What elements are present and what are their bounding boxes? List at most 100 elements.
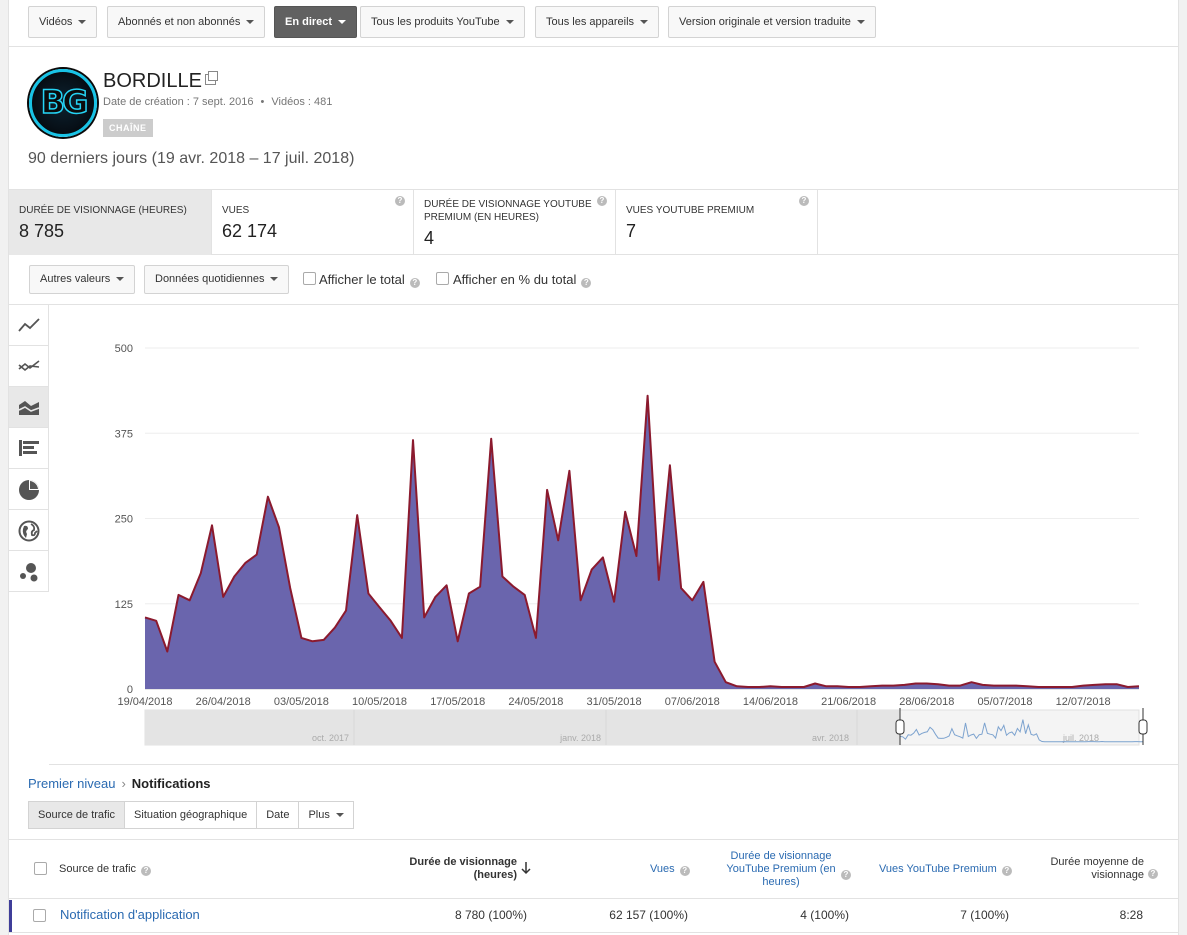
table-header: Source de trafic? Durée de visionnage (h… bbox=[9, 839, 1178, 899]
x-tick-label: 31/05/2018 bbox=[587, 696, 642, 708]
filter-bar: Vidéos Abonnés et non abonnés En direct … bbox=[9, 0, 1178, 47]
channel-video-count: Vidéos : 481 bbox=[271, 96, 333, 108]
granularity-dropdown[interactable]: Données quotidiennes bbox=[144, 265, 290, 294]
row-premium-watch: 4 (100%) bbox=[800, 908, 849, 922]
tab-geography[interactable]: Situation géographique bbox=[124, 801, 258, 829]
more-values-dropdown[interactable]: Autres valeurs bbox=[29, 265, 136, 294]
x-tick-label: 12/07/2018 bbox=[1056, 696, 1111, 708]
overview-label: janv. 2018 bbox=[559, 733, 601, 743]
chevron-down-icon bbox=[640, 20, 649, 25]
y-tick-label: 500 bbox=[115, 343, 133, 355]
select-all-checkbox[interactable] bbox=[34, 862, 47, 875]
help-icon[interactable]: ? bbox=[1148, 869, 1158, 879]
row-watch-time: 8 780 (100%) bbox=[454, 908, 527, 922]
breadcrumb-current: Notifications bbox=[131, 776, 211, 791]
area-series bbox=[145, 395, 1139, 689]
chart-area: 500 375 250 125 0 19/04/2018 26/04/2018 03/05/2… bbox=[49, 304, 1179, 765]
x-tick-label: 17/05/2018 bbox=[430, 696, 485, 708]
metric-cards: DURÉE DE VISIONNAGE (HEURES) 8 785 ? VUE… bbox=[9, 189, 1178, 255]
table-row[interactable]: Notification d'application 8 780 (100%) … bbox=[9, 900, 1178, 933]
sort-descending-icon[interactable] bbox=[520, 861, 532, 875]
overview-unselected-range bbox=[145, 710, 900, 745]
y-tick-label: 250 bbox=[115, 514, 133, 526]
filter-videos[interactable]: Vidéos bbox=[28, 6, 98, 38]
help-icon[interactable]: ? bbox=[395, 196, 405, 206]
col-premium-views[interactable]: Vues YouTube Premium? bbox=[879, 863, 1012, 876]
chart-type-sidebar bbox=[9, 304, 49, 592]
breadcrumb-root-link[interactable]: Premier niveau bbox=[28, 776, 115, 791]
col-watch-time[interactable]: Durée de visionnage (heures) bbox=[389, 856, 517, 882]
external-link-icon[interactable] bbox=[205, 71, 218, 85]
metric-premium-views[interactable]: ? VUES YOUTUBE PREMIUM 7 bbox=[616, 190, 818, 255]
filter-language-version[interactable]: Version originale et version traduite bbox=[668, 6, 876, 38]
channel-avatar: BG bbox=[29, 69, 97, 137]
stacked-area-chart-icon[interactable] bbox=[9, 387, 48, 428]
multi-line-chart-icon[interactable] bbox=[9, 346, 48, 387]
tab-more[interactable]: Plus bbox=[298, 801, 354, 829]
date-range: 90 derniers jours (19 avr. 2018 – 17 jui… bbox=[28, 150, 355, 167]
channel-created: Date de création : 7 sept. 2016 bbox=[103, 96, 254, 108]
x-tick-label: 28/06/2018 bbox=[899, 696, 954, 708]
row-premium-views: 7 (100%) bbox=[960, 908, 1009, 922]
show-percent-label: Afficher en % du total? bbox=[453, 272, 592, 288]
help-icon[interactable]: ? bbox=[581, 278, 592, 288]
metric-premium-watch-time[interactable]: ? DURÉE DE VISIONNAGE YOUTUBE PREMIUM (E… bbox=[414, 190, 616, 255]
col-premium-watch-time[interactable]: Durée de visionnage YouTube Premium (en … bbox=[723, 850, 839, 889]
x-tick-label: 03/05/2018 bbox=[274, 696, 329, 708]
pie-chart-icon[interactable] bbox=[9, 469, 48, 510]
chevron-down-icon bbox=[505, 20, 514, 25]
dimension-tabs: Source de trafic Situation géographique … bbox=[28, 801, 354, 829]
overview-label: avr. 2018 bbox=[812, 733, 849, 743]
analytics-page: Vidéos Abonnés et non abonnés En direct … bbox=[8, 0, 1179, 935]
channel-badge: CHAÎNE bbox=[103, 119, 153, 137]
metric-views[interactable]: ? VUES 62 174 bbox=[212, 190, 414, 255]
chevron-down-icon bbox=[116, 277, 125, 282]
chevron-down-icon bbox=[338, 20, 347, 25]
help-icon[interactable]: ? bbox=[799, 196, 809, 206]
x-tick-label: 14/06/2018 bbox=[743, 696, 798, 708]
row-views: 62 157 (100%) bbox=[609, 908, 688, 922]
chevron-down-icon bbox=[856, 20, 865, 25]
help-icon[interactable]: ? bbox=[1001, 866, 1012, 876]
metric-watch-time[interactable]: DURÉE DE VISIONNAGE (HEURES) 8 785 bbox=[9, 190, 212, 255]
x-tick-label: 21/06/2018 bbox=[821, 696, 876, 708]
chevron-down-icon bbox=[270, 277, 279, 282]
filter-subscribers[interactable]: Abonnés et non abonnés bbox=[107, 6, 266, 38]
row-checkbox[interactable] bbox=[33, 909, 46, 922]
y-tick-label: 375 bbox=[115, 428, 133, 440]
x-tick-label: 05/07/2018 bbox=[977, 696, 1032, 708]
chevron-down-icon bbox=[335, 813, 344, 818]
col-source[interactable]: Source de trafic? bbox=[59, 863, 152, 876]
show-total-label: Afficher le total? bbox=[319, 272, 420, 288]
breadcrumb: Premier niveau › Notifications bbox=[28, 776, 211, 791]
bubble-chart-icon[interactable] bbox=[9, 551, 48, 592]
col-views[interactable]: Vues? bbox=[650, 863, 690, 876]
overview-label: oct. 2017 bbox=[312, 733, 349, 743]
help-icon[interactable]: ? bbox=[597, 196, 607, 206]
show-percent-checkbox[interactable] bbox=[436, 272, 449, 285]
tab-traffic-source[interactable]: Source de trafic bbox=[28, 801, 126, 829]
filter-live[interactable]: En direct bbox=[274, 6, 358, 38]
filter-youtube-products[interactable]: Tous les produits YouTube bbox=[360, 6, 525, 38]
col-avg-duration[interactable]: Durée moyenne de visionnage bbox=[1029, 856, 1144, 882]
help-icon[interactable]: ? bbox=[841, 870, 851, 880]
tab-date[interactable]: Date bbox=[256, 801, 300, 829]
help-icon[interactable]: ? bbox=[141, 866, 152, 876]
channel-name: BORDILLE bbox=[103, 70, 202, 92]
bar-chart-icon[interactable] bbox=[9, 428, 48, 469]
y-tick-label: 125 bbox=[115, 599, 133, 611]
channel-meta: Date de création : 7 sept. 2016 • Vidéos… bbox=[103, 96, 333, 108]
filter-devices[interactable]: Tous les appareils bbox=[535, 6, 660, 38]
x-tick-label: 07/06/2018 bbox=[665, 696, 720, 708]
chevron-down-icon bbox=[246, 20, 255, 25]
row-source-link[interactable]: Notification d'application bbox=[60, 907, 200, 922]
globe-map-icon[interactable] bbox=[9, 510, 48, 551]
chevron-down-icon bbox=[78, 20, 87, 25]
x-tick-label: 19/04/2018 bbox=[117, 696, 172, 708]
line-chart-icon[interactable] bbox=[9, 305, 48, 346]
show-total-checkbox[interactable] bbox=[303, 272, 316, 285]
breadcrumb-separator: › bbox=[121, 776, 126, 791]
help-icon[interactable]: ? bbox=[679, 866, 690, 876]
area-chart: 500 375 250 125 019/04/2018 26/04/2018 03/05/2… bbox=[115, 343, 1148, 746]
help-icon[interactable]: ? bbox=[409, 278, 420, 288]
